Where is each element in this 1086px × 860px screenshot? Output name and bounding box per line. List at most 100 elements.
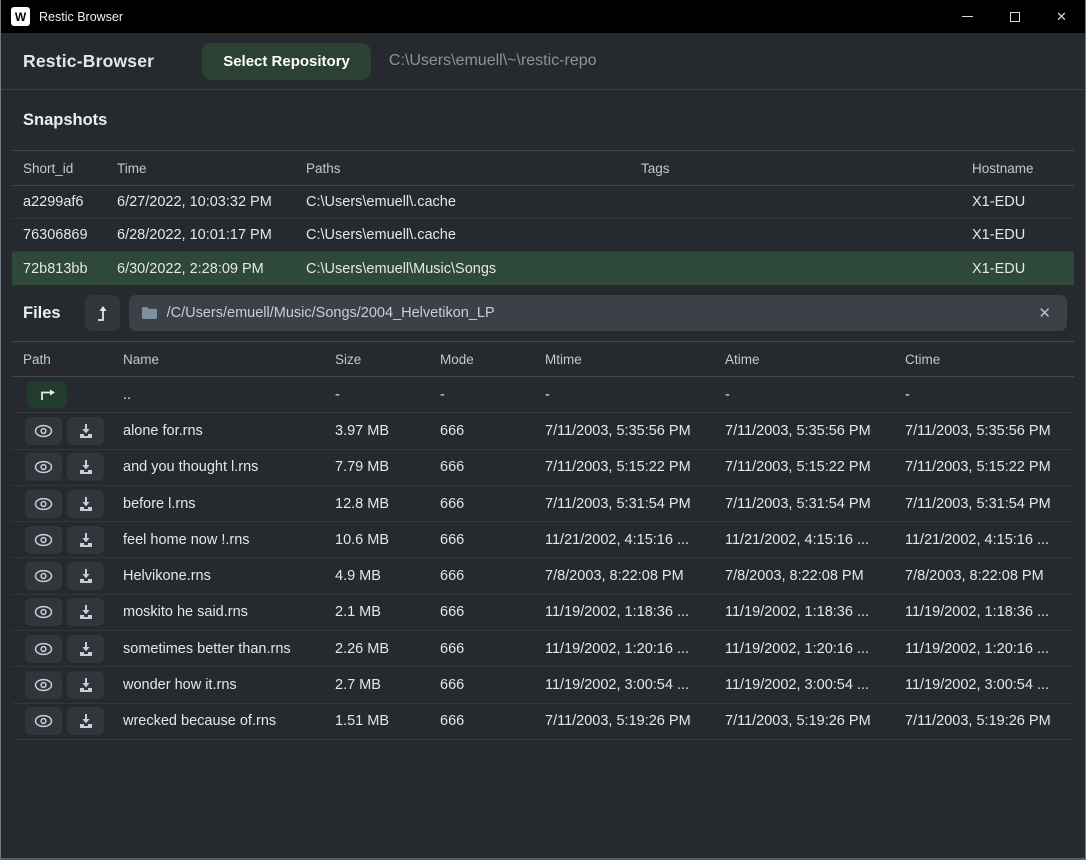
download-file-button[interactable] xyxy=(67,598,104,626)
row-actions xyxy=(12,598,112,626)
arrow-up-from-line-icon xyxy=(92,303,112,323)
snapshot-row[interactable]: 763068696/28/2022, 10:01:17 PMC:\Users\e… xyxy=(12,219,1074,252)
file-cell-name: alone for.rns xyxy=(112,423,324,439)
column-header-mode[interactable]: Mode xyxy=(429,352,534,367)
file-cell-atime: 11/19/2002, 1:18:36 ... xyxy=(714,604,894,620)
snapshot-cell-short-id: 76306869 xyxy=(12,227,106,243)
eye-icon xyxy=(34,497,53,511)
file-row: wonder how it.rns2.7 MB66611/19/2002, 3:… xyxy=(12,667,1074,703)
row-actions xyxy=(12,381,112,408)
files-section-header: Files /C/Users/emuell/Music/Songs/2004_H… xyxy=(1,285,1085,341)
files-table-body: ..----- alone for.rns3.97 MB 666 7/11/2003,… xyxy=(1,377,1085,740)
file-cell-size: 3.97 MB xyxy=(324,423,429,439)
snapshots-table-body: a2299af66/27/2022, 10:03:32 PMC:\Users\e… xyxy=(1,186,1085,285)
download-file-button[interactable] xyxy=(67,635,104,663)
file-cell-name: .. xyxy=(112,387,324,403)
file-cell-size: 2.26 MB xyxy=(324,641,429,657)
file-cell-ctime: 11/19/2002, 3:00:54 ... xyxy=(894,677,1074,693)
download-icon xyxy=(78,677,94,693)
download-icon xyxy=(78,496,94,512)
snapshot-row-selected[interactable]: 72b813bb6/30/2022, 2:28:09 PMC:\Users\em… xyxy=(12,252,1074,285)
download-file-button[interactable] xyxy=(67,526,104,554)
download-file-button[interactable] xyxy=(67,707,104,735)
snapshot-cell-paths: C:\Users\emuell\.cache xyxy=(295,194,630,210)
snapshot-cell-short-id: a2299af6 xyxy=(12,194,106,210)
column-header-name[interactable]: Name xyxy=(112,352,324,367)
file-cell-name: feel home now !.rns xyxy=(112,532,324,548)
file-cell-mtime: 7/11/2003, 5:19:26 PM xyxy=(534,713,714,729)
preview-file-button[interactable] xyxy=(25,598,62,626)
download-file-button[interactable] xyxy=(67,562,104,590)
snapshot-row[interactable]: a2299af66/27/2022, 10:03:32 PMC:\Users\e… xyxy=(12,186,1074,219)
column-header-short-id[interactable]: Short_id xyxy=(12,161,106,176)
parent-directory-row: ..----- xyxy=(12,377,1074,413)
file-cell-ctime: 7/11/2003, 5:31:54 PM xyxy=(894,496,1074,512)
select-repository-button[interactable]: Select Repository xyxy=(202,43,371,80)
file-cell-size: 4.9 MB xyxy=(324,568,429,584)
preview-file-button[interactable] xyxy=(25,707,62,735)
file-cell-ctime: 11/19/2002, 1:18:36 ... xyxy=(894,604,1074,620)
download-file-button[interactable] xyxy=(67,490,104,518)
download-file-button[interactable] xyxy=(67,453,104,481)
file-row: moskito he said.rns2.1 MB66611/19/2002, … xyxy=(12,595,1074,631)
files-table-header: Path Name Size Mode Mtime Atime Ctime xyxy=(12,341,1074,377)
app-logo-icon: W xyxy=(11,7,30,26)
column-header-paths[interactable]: Paths xyxy=(295,161,630,176)
preview-file-button[interactable] xyxy=(25,562,62,590)
go-to-root-button[interactable] xyxy=(85,295,120,331)
minimize-button[interactable] xyxy=(944,0,991,33)
preview-file-button[interactable] xyxy=(25,490,62,518)
file-cell-mtime: 7/11/2003, 5:31:54 PM xyxy=(534,496,714,512)
download-icon xyxy=(78,568,94,584)
file-cell-mtime: 11/19/2002, 1:18:36 ... xyxy=(534,604,714,620)
file-cell-mtime: 7/11/2003, 5:35:56 PM xyxy=(534,423,714,439)
column-header-ctime[interactable]: Ctime xyxy=(894,352,1074,367)
download-icon xyxy=(78,641,94,657)
snapshot-cell-time: 6/28/2022, 10:01:17 PM xyxy=(106,227,295,243)
repository-path: C:\Users\emuell\~\restic-repo xyxy=(389,52,597,70)
current-path-value: /C/Users/emuell/Music/Songs/2004_Helveti… xyxy=(167,305,1035,321)
snapshots-table-header: Short_id Time Paths Tags Hostname xyxy=(12,150,1074,186)
file-cell-atime: 7/11/2003, 5:35:56 PM xyxy=(714,423,894,439)
preview-file-button[interactable] xyxy=(25,671,62,699)
file-cell-mode: 666 xyxy=(429,677,534,693)
column-header-atime[interactable]: Atime xyxy=(714,352,894,367)
file-cell-mode: 666 xyxy=(429,532,534,548)
file-cell-mode: 666 xyxy=(429,604,534,620)
download-file-button[interactable] xyxy=(67,671,104,699)
column-header-mtime[interactable]: Mtime xyxy=(534,352,714,367)
file-cell-size: 2.1 MB xyxy=(324,604,429,620)
preview-file-button[interactable] xyxy=(25,635,62,663)
snapshot-cell-hostname: X1-EDU xyxy=(961,227,1074,243)
up-directory-icon xyxy=(36,386,58,404)
snapshot-cell-paths: C:\Users\emuell\Music\Songs xyxy=(295,261,630,277)
file-cell-ctime: 7/11/2003, 5:15:22 PM xyxy=(894,459,1074,475)
current-path-field[interactable]: /C/Users/emuell/Music/Songs/2004_Helveti… xyxy=(129,295,1067,331)
column-header-time[interactable]: Time xyxy=(106,161,295,176)
file-cell-name: wonder how it.rns xyxy=(112,677,324,693)
go-up-directory-button[interactable] xyxy=(27,381,67,408)
snapshot-cell-hostname: X1-EDU xyxy=(961,261,1074,277)
file-row: feel home now !.rns10.6 MB66611/21/2002,… xyxy=(12,522,1074,558)
column-header-path[interactable]: Path xyxy=(12,352,112,367)
snapshots-section-header: Snapshots xyxy=(1,90,1085,150)
preview-file-button[interactable] xyxy=(25,453,62,481)
file-cell-name: Helvikone.rns xyxy=(112,568,324,584)
file-cell-mtime: 11/21/2002, 4:15:16 ... xyxy=(534,532,714,548)
file-cell-size: 7.79 MB xyxy=(324,459,429,475)
maximize-button[interactable] xyxy=(991,0,1038,33)
snapshots-title: Snapshots xyxy=(23,111,107,130)
download-icon xyxy=(78,713,94,729)
clear-path-button[interactable]: ✕ xyxy=(1034,302,1055,324)
preview-file-button[interactable] xyxy=(25,417,62,445)
column-header-hostname[interactable]: Hostname xyxy=(961,161,1074,176)
file-row: Helvikone.rns4.9 MB6667/8/2003, 8:22:08 … xyxy=(12,558,1074,594)
close-button[interactable]: ✕ xyxy=(1038,0,1085,33)
file-cell-ctime: 7/11/2003, 5:19:26 PM xyxy=(894,713,1074,729)
column-header-size[interactable]: Size xyxy=(324,352,429,367)
column-header-tags[interactable]: Tags xyxy=(630,161,961,176)
row-actions xyxy=(12,526,112,554)
file-cell-name: before l.rns xyxy=(112,496,324,512)
download-file-button[interactable] xyxy=(67,417,104,445)
preview-file-button[interactable] xyxy=(25,526,62,554)
